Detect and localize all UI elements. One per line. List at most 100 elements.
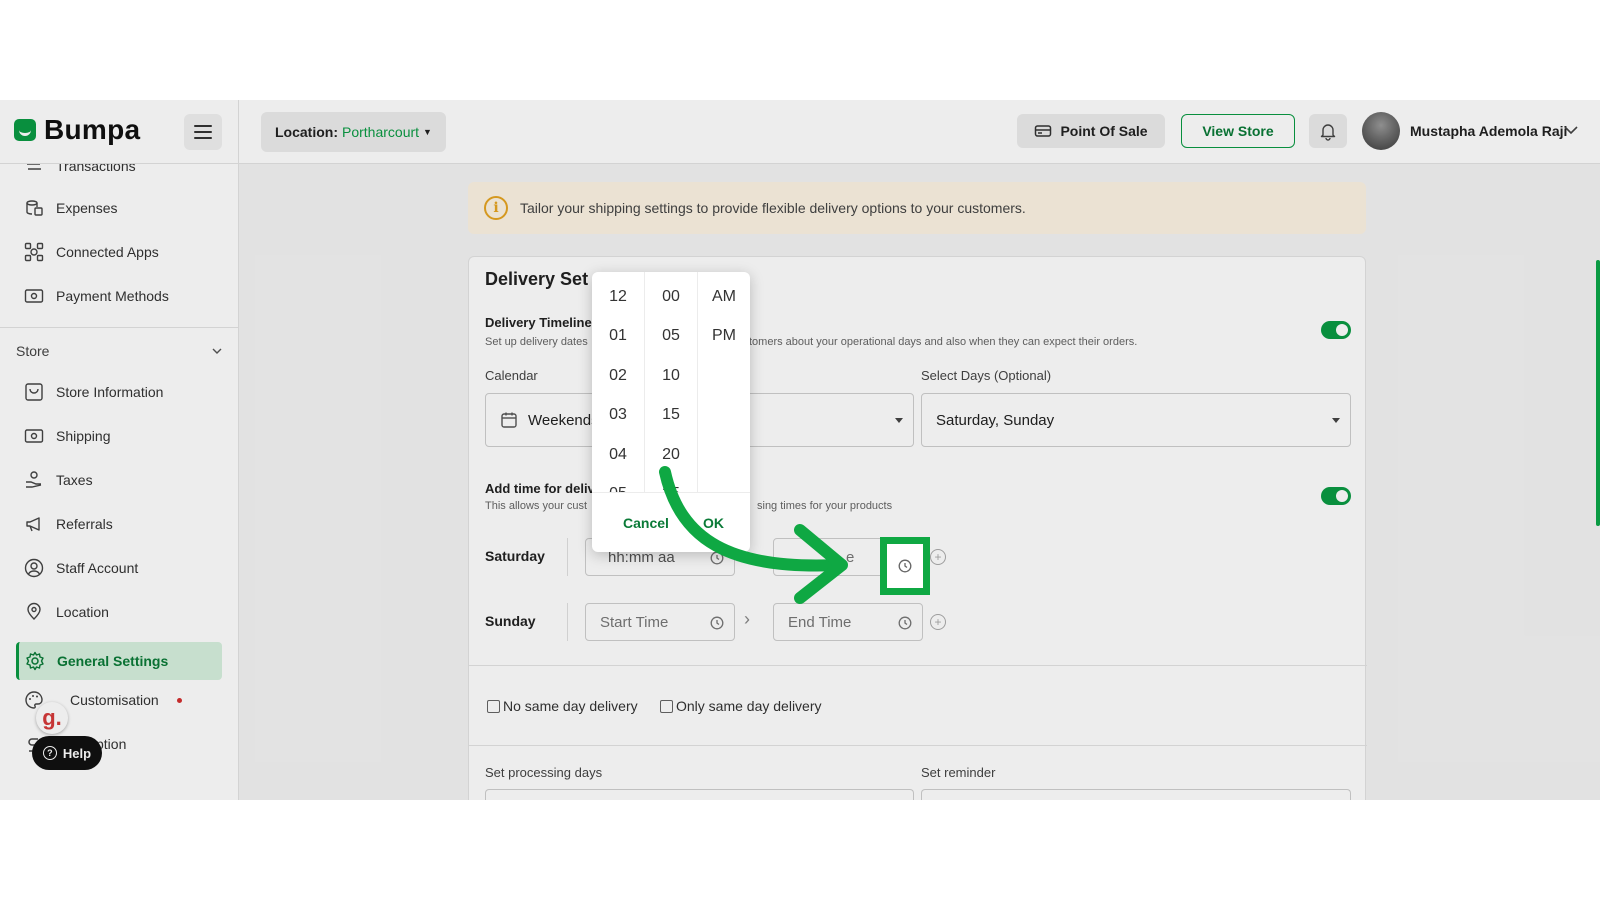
logo[interactable]: Bumpa (14, 114, 140, 146)
sidebar-item-label: Transactions (56, 164, 136, 174)
time-picker-popup: 120102030405 000510152025 AMPM Cancel OK (592, 272, 750, 552)
checkbox-icon[interactable] (660, 699, 673, 713)
banner-text: Tailor your shipping settings to provide… (520, 200, 1026, 216)
checkbox-icon[interactable] (487, 699, 500, 713)
sidebar-item-shipping[interactable]: Shipping (24, 424, 111, 448)
day-label-sunday: Sunday (485, 613, 536, 629)
sidebar-item-label: Location (56, 604, 109, 620)
location-label: Location: (275, 124, 338, 140)
minute-option[interactable]: 20 (645, 435, 697, 475)
period-option[interactable]: AM (698, 277, 750, 317)
sidebar-item-general-settings[interactable]: General Settings (16, 642, 222, 680)
pos-label: Point Of Sale (1060, 123, 1148, 139)
time-picker-footer: Cancel OK (592, 492, 750, 552)
user-circle-icon (24, 558, 44, 578)
g-badge[interactable]: g. (36, 702, 68, 734)
notifications-button[interactable] (1309, 114, 1347, 148)
sidebar-separator (0, 327, 238, 328)
calendar-label: Calendar (485, 368, 538, 383)
sidebar-item-store-information[interactable]: Store Information (24, 380, 163, 404)
hamburger-icon (194, 125, 212, 127)
no-same-day-checkbox[interactable]: No same day delivery (487, 698, 638, 714)
sunday-start-time-input[interactable]: Start Time (585, 603, 735, 641)
add-time-toggle[interactable] (1321, 487, 1351, 505)
bumpa-logo-icon (14, 119, 36, 141)
gear-icon (25, 651, 45, 671)
minute-option[interactable]: 10 (645, 356, 697, 396)
sidebar-item-label: Customisation (70, 692, 159, 708)
sidebar-item-referrals[interactable]: Referrals (24, 512, 113, 536)
only-same-day-checkbox[interactable]: Only same day delivery (660, 698, 822, 714)
hour-option[interactable]: 12 (592, 277, 644, 317)
sidebar-item-location[interactable]: Location (24, 600, 109, 624)
hour-option[interactable]: 04 (592, 435, 644, 475)
top-bar: Bumpa Location: Portharcourt ▼ Point Of … (0, 100, 1600, 164)
add-time-slot-sunday-button[interactable]: + (930, 614, 946, 630)
sidebar-item-label: Referrals (56, 516, 113, 532)
hamburger-menu-button[interactable] (184, 114, 222, 150)
hour-option[interactable]: 01 (592, 317, 644, 357)
period-option[interactable]: PM (698, 317, 750, 357)
user-avatar[interactable] (1362, 112, 1400, 150)
time-picker-ok-button[interactable]: OK (703, 515, 724, 531)
add-time-title: Add time for deliv (485, 481, 595, 496)
card-title: Delivery Set (485, 269, 589, 289)
caret-down-icon (1332, 418, 1340, 423)
hour-option[interactable]: 02 (592, 356, 644, 396)
sidebar-item-label: Connected Apps (56, 244, 159, 260)
bell-icon (1320, 124, 1336, 141)
sidebar-item-staff-account[interactable]: Staff Account (24, 556, 138, 580)
question-icon: ? (42, 746, 57, 760)
delivery-timeline-toggle[interactable] (1321, 321, 1351, 339)
add-time-slot-saturday-button[interactable]: + (930, 549, 946, 565)
time-picker-cancel-button[interactable]: Cancel (623, 515, 669, 531)
no-same-day-label: No same day delivery (503, 698, 638, 714)
highlighted-end-time-clock-button[interactable] (880, 537, 930, 595)
payment-methods-icon (24, 286, 44, 306)
hour-column[interactable]: 120102030405 (592, 272, 645, 492)
reminder-input[interactable] (921, 789, 1351, 800)
only-same-day-label: Only same day delivery (676, 698, 822, 714)
sidebar-item-transactions[interactable]: Transactions (24, 164, 136, 178)
clock-icon (710, 616, 724, 630)
sidebar-item-expenses[interactable]: Expenses (24, 196, 117, 220)
view-store-button[interactable]: View Store (1181, 114, 1295, 148)
caret-down-icon (895, 418, 903, 423)
taxes-icon (24, 470, 44, 490)
location-value: Portharcourt (342, 124, 420, 140)
scrollbar-thumb[interactable] (1596, 260, 1600, 526)
hour-option[interactable]: 03 (592, 396, 644, 436)
user-name[interactable]: Mustapha Ademola Raji (1410, 123, 1567, 139)
sidebar-item-payment-methods[interactable]: Payment Methods (24, 284, 169, 308)
sidebar-section-store[interactable]: Store (16, 343, 224, 359)
minute-option[interactable]: 25 (645, 475, 697, 492)
chevron-down-icon[interactable] (1563, 120, 1579, 140)
sidebar-item-label: Taxes (56, 472, 93, 488)
clock-icon (898, 616, 912, 630)
add-time-desc-right: sing times for your products (757, 500, 893, 512)
clock-icon (710, 551, 724, 565)
section-divider (469, 745, 1367, 746)
hour-option[interactable]: 05 (592, 475, 644, 492)
pos-icon (1035, 125, 1052, 137)
minute-column[interactable]: 000510152025 (645, 272, 698, 492)
period-column[interactable]: AM PM (698, 272, 750, 492)
notification-dot (176, 697, 182, 703)
location-selector[interactable]: Location: Portharcourt ▼ (261, 112, 446, 152)
info-icon: i (484, 196, 508, 220)
sidebar-item-taxes[interactable]: Taxes (24, 468, 93, 492)
help-button[interactable]: ? Help (32, 736, 102, 770)
point-of-sale-button[interactable]: Point Of Sale (1017, 114, 1165, 148)
minute-option[interactable]: 15 (645, 396, 697, 436)
reminder-label: Set reminder (921, 765, 996, 780)
minute-option[interactable]: 05 (645, 317, 697, 357)
select-days-value: Saturday, Sunday (936, 411, 1055, 429)
sidebar-item-label: Store Information (56, 384, 164, 400)
select-days-dropdown[interactable]: Saturday, Sunday (921, 393, 1351, 447)
minute-option[interactable]: 00 (645, 277, 697, 317)
sidebar-divider (238, 100, 239, 800)
processing-days-input[interactable] (485, 789, 914, 800)
sidebar-item-connected-apps[interactable]: Connected Apps (24, 240, 159, 264)
sunday-end-time-input[interactable]: End Time (773, 603, 923, 641)
sidebar-item-label: Staff Account (56, 560, 139, 576)
